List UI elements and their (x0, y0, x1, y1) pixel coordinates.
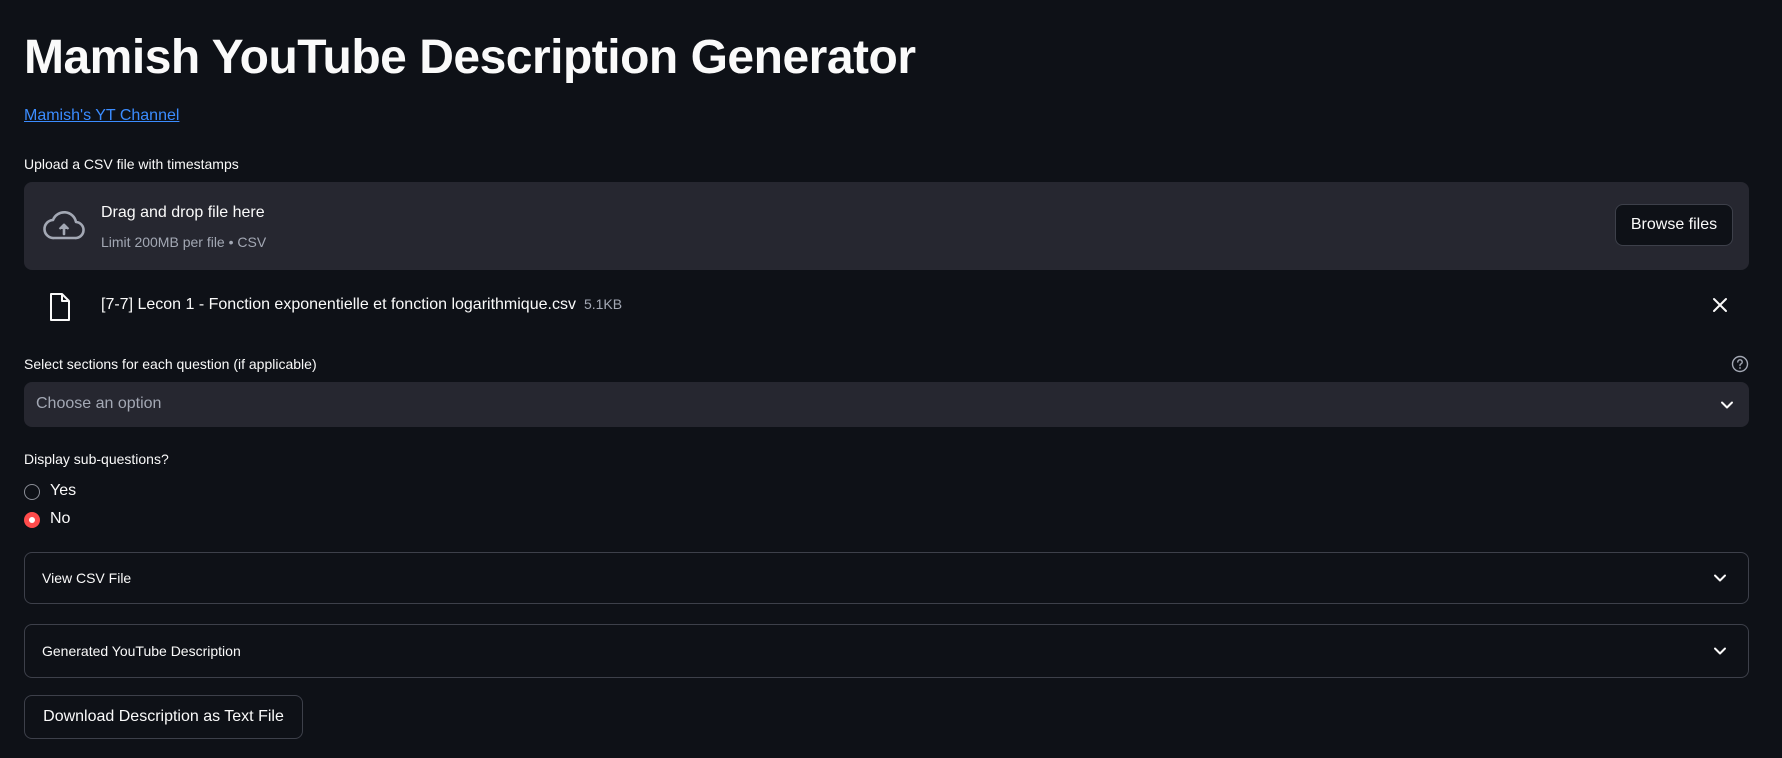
expander-view-csv-label: View CSV File (42, 570, 132, 586)
file-dropzone[interactable]: Drag and drop file here Limit 200MB per … (24, 182, 1749, 270)
dropzone-limit: Limit 200MB per file • CSV (101, 234, 267, 250)
radio-yes-circle[interactable] (24, 484, 40, 500)
expander-generated-description[interactable]: Generated YouTube Description (24, 624, 1749, 678)
radio-no-label: No (50, 510, 71, 527)
radio-yes-label: Yes (50, 482, 77, 499)
browse-files-button[interactable]: Browse files (1615, 204, 1733, 246)
file-name-text: [7-7] Lecon 1 - Fonction exponentielle e… (101, 296, 576, 313)
uploaded-file-name: [7-7] Lecon 1 - Fonction exponentielle e… (101, 296, 622, 314)
sections-select-label: Select sections for each question (if ap… (24, 356, 317, 372)
dropzone-text: Drag and drop file here (101, 204, 265, 221)
cloud-upload-icon (43, 210, 85, 240)
file-size: 5.1KB (583, 296, 623, 312)
download-description-button[interactable]: Download Description as Text File (24, 695, 303, 739)
uploader-label: Upload a CSV file with timestamps (24, 156, 239, 172)
help-icon[interactable] (1731, 355, 1749, 373)
chevron-down-icon (1721, 401, 1733, 409)
radio-no-circle[interactable] (24, 512, 40, 528)
channel-link[interactable]: Mamish's YT Channel (24, 107, 179, 125)
uploaded-file-row: [7-7] Lecon 1 - Fonction exponentielle e… (24, 282, 1749, 330)
chevron-down-icon (1714, 574, 1726, 582)
file-icon (50, 293, 70, 321)
close-icon[interactable] (1711, 296, 1729, 314)
expander-generated-description-label: Generated YouTube Description (42, 643, 241, 659)
sections-select-placeholder: Choose an option (36, 395, 162, 412)
expander-view-csv[interactable]: View CSV File (24, 552, 1749, 604)
sections-select[interactable]: Choose an option (24, 382, 1749, 427)
chevron-down-icon (1714, 647, 1726, 655)
subquestions-label: Display sub-questions? (24, 451, 169, 467)
page-title: Mamish YouTube Description Generator (24, 31, 916, 84)
app-main: Mamish YouTube Description Generator Mam… (0, 0, 1782, 758)
